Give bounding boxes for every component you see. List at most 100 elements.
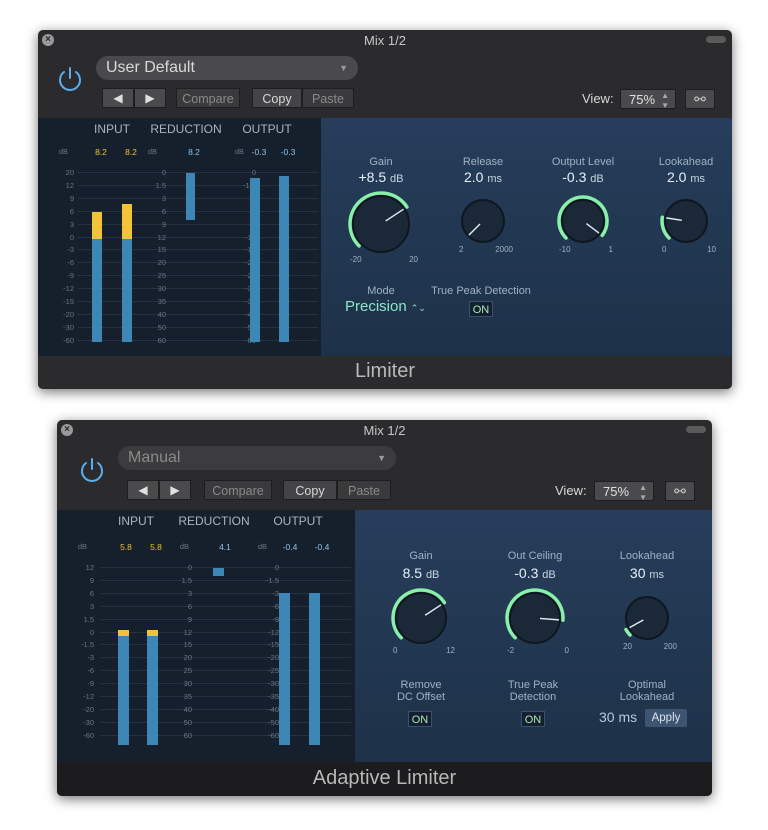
link-button[interactable]: ⚯ xyxy=(685,89,715,109)
gain-knob-wrapper[interactable] xyxy=(348,191,414,257)
title-bar[interactable]: × Mix 1/2 xyxy=(57,420,712,440)
next-preset-button[interactable]: ▶ xyxy=(134,88,166,108)
release-knob[interactable] xyxy=(457,195,509,247)
meter-scale-tick: 0 xyxy=(89,627,94,637)
meter-scale-tick: -3 xyxy=(272,588,279,598)
paste-button[interactable]: Paste xyxy=(337,480,391,500)
lookahead-value[interactable]: 2.0 ms xyxy=(636,169,732,185)
preset-menu[interactable]: User Default ▼ xyxy=(96,56,358,80)
input-peak-value[interactable]: 8.2 xyxy=(91,147,111,157)
output-level-min-label: -10 xyxy=(559,245,571,254)
meter-scale-tick: 1.5 xyxy=(83,614,94,624)
compare-button[interactable]: Compare xyxy=(204,480,272,500)
paste-button[interactable]: Paste xyxy=(302,88,354,108)
gain-knob[interactable] xyxy=(391,588,451,648)
view-zoom-select[interactable]: 75% ▲ ▼ xyxy=(594,481,654,502)
true-peak-detection-toggle[interactable]: ON xyxy=(521,711,545,727)
input-peak-value[interactable]: 5.8 xyxy=(116,542,136,552)
meter-panel: INPUTREDUCTIONOUTPUTdBdBdB2000121.5-1.59… xyxy=(38,118,321,356)
out-ceiling-min-label: -2 xyxy=(507,646,515,655)
meter-scale-tick: -3 xyxy=(87,653,94,663)
meter-scale-tick: -50 xyxy=(268,717,279,727)
power-icon[interactable] xyxy=(77,455,107,485)
output-peak-value[interactable]: -0.4 xyxy=(312,542,332,552)
meter-scale-tick: 50 xyxy=(183,717,192,727)
gain-knob-wrapper[interactable] xyxy=(391,588,451,648)
out-ceiling-unit: dB xyxy=(542,569,556,581)
prev-preset-button[interactable]: ◀ xyxy=(102,88,134,108)
lookahead-min-label: 20 xyxy=(623,642,632,651)
optimal-lookahead-label-1: Optimal xyxy=(628,679,666,691)
release-value[interactable]: 2.0 ms xyxy=(433,169,533,185)
lookahead-knob-wrapper[interactable] xyxy=(660,195,712,247)
next-preset-button[interactable]: ▶ xyxy=(159,480,191,500)
compare-button[interactable]: Compare xyxy=(176,88,240,108)
preset-name: User Default xyxy=(106,59,195,76)
meter-scale-tick: -9 xyxy=(272,614,279,624)
mode-select[interactable]: Precision ⌃⌄ xyxy=(345,298,426,315)
optimal-lookahead-label-2: Lookahead xyxy=(619,691,675,703)
gain-value-number: +8.5 xyxy=(358,169,387,185)
prev-preset-button[interactable]: ◀ xyxy=(127,480,159,500)
meter-scale-tick: -9 xyxy=(87,679,94,689)
lookahead-knob-wrapper[interactable] xyxy=(621,592,673,644)
view-zoom-select[interactable]: 75% ▲ ▼ xyxy=(620,89,676,110)
output-peak-value[interactable]: -0.3 xyxy=(278,147,298,157)
out-ceiling-label: Out Ceiling xyxy=(507,550,563,562)
gain-value[interactable]: +8.5 dB xyxy=(331,169,431,185)
output-level-max-label: 1 xyxy=(608,245,613,254)
title-bar[interactable]: × Mix 1/2 xyxy=(38,30,732,50)
output-level-knob-wrapper[interactable] xyxy=(557,195,609,247)
copy-button[interactable]: Copy xyxy=(252,88,302,108)
output-peak-value[interactable]: -0.3 xyxy=(249,147,269,157)
mode-label: Mode xyxy=(367,285,395,297)
gain-value[interactable]: 8.5 dB xyxy=(371,565,471,581)
output-peak-value[interactable]: -0.4 xyxy=(280,542,300,552)
reduction-peak-value[interactable]: 4.1 xyxy=(215,542,235,552)
reduction-meter-bar xyxy=(186,173,195,220)
resize-pill[interactable] xyxy=(686,426,706,433)
apply-lookahead-button[interactable]: Apply xyxy=(645,709,687,727)
meter-scale-tick: 20 xyxy=(157,258,166,268)
lookahead-value[interactable]: 30 ms xyxy=(597,565,697,581)
copy-button[interactable]: Copy xyxy=(283,480,337,500)
true-peak-detection-label-1: True Peak xyxy=(507,679,559,691)
gain-knob[interactable] xyxy=(348,191,414,257)
meter-scale-tick: 6 xyxy=(161,206,166,216)
meter-scale-tick: 12 xyxy=(65,180,74,190)
stepper-icon: ▲ ▼ xyxy=(661,91,669,110)
gain-label: Gain xyxy=(369,156,393,168)
lookahead-unit: ms xyxy=(690,173,706,185)
preset-menu[interactable]: Manual ▼ xyxy=(118,446,396,470)
release-knob-wrapper[interactable] xyxy=(457,195,509,247)
true-peak-detection-toggle[interactable]: ON xyxy=(469,301,493,317)
out-ceiling-knob-wrapper[interactable] xyxy=(505,588,565,648)
out-ceiling-value[interactable]: -0.3 dB xyxy=(485,565,585,581)
meter-gridline xyxy=(101,579,351,581)
meter-scale-tick: 0 xyxy=(161,168,166,177)
resize-pill[interactable] xyxy=(706,36,726,43)
link-button[interactable]: ⚯ xyxy=(665,481,695,501)
power-icon[interactable] xyxy=(55,64,85,94)
remove-dc-offset-toggle[interactable]: ON xyxy=(408,711,432,727)
meter-scale-tick: -6 xyxy=(272,601,279,611)
release-value-number: 2.0 xyxy=(463,169,484,185)
view-label: View: xyxy=(555,483,587,498)
output-level-value[interactable]: -0.3 dB xyxy=(533,169,633,185)
preset-name: Manual xyxy=(128,449,181,466)
input-peak-value[interactable]: 5.8 xyxy=(146,542,166,552)
gain-max-label: 20 xyxy=(409,255,418,264)
input-peak-value[interactable]: 8.2 xyxy=(121,147,141,157)
meter-scale-tick: 0 xyxy=(69,232,74,242)
meter-scale-tick: -30 xyxy=(63,322,74,332)
out-ceiling-knob[interactable] xyxy=(505,588,565,648)
lookahead-knob[interactable] xyxy=(660,195,712,247)
lookahead-knob[interactable] xyxy=(621,592,673,644)
meter-scale-tick: 25 xyxy=(183,666,192,676)
reduction-peak-value[interactable]: 8.2 xyxy=(184,147,204,157)
true-peak-detection-label: True Peak Detection xyxy=(431,285,531,297)
meter-scale-tick: -30 xyxy=(83,717,94,727)
meter-scale-tick: 30 xyxy=(183,679,192,689)
parameter-panel: Gain 8.5 dB 0 12 Out Ceiling -0.3 dB -2 0 Lookah… xyxy=(355,510,712,762)
output-level-knob[interactable] xyxy=(557,195,609,247)
